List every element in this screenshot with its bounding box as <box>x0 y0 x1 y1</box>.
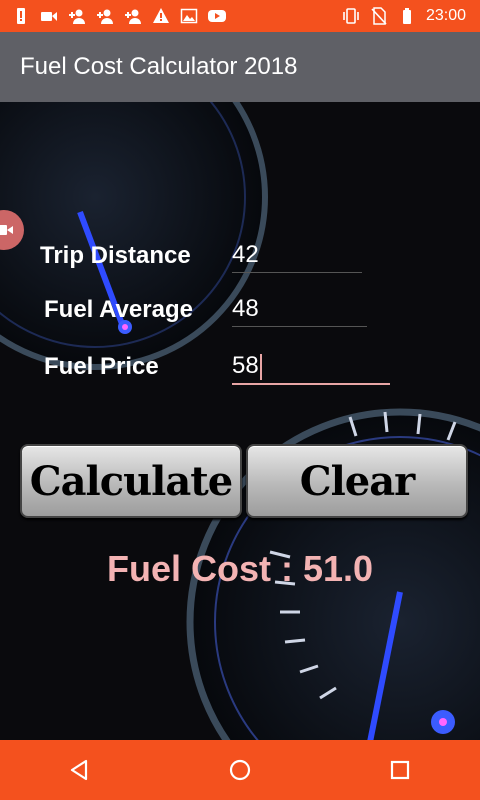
video-icon <box>40 7 58 25</box>
calculate-button[interactable]: Calculate <box>20 444 242 518</box>
battery-icon <box>398 7 416 25</box>
notification-icons <box>0 7 226 25</box>
trip-distance-field[interactable]: 42 <box>232 238 362 273</box>
clear-button[interactable]: Clear <box>246 444 468 518</box>
app-bar: Fuel Cost Calculator 2018 <box>0 32 480 102</box>
fuel-price-label: Fuel Price <box>44 353 159 380</box>
image-icon <box>180 7 198 25</box>
gauge-background-image <box>0 102 480 740</box>
system-icons: 23:00 <box>342 7 480 25</box>
status-bar: 23:00 <box>0 0 480 32</box>
text-cursor <box>259 353 262 380</box>
youtube-icon <box>208 7 226 25</box>
vibrate-icon <box>342 7 360 25</box>
trip-distance-label: Trip Distance <box>40 242 191 269</box>
clock: 23:00 <box>425 7 466 24</box>
home-icon <box>229 759 251 781</box>
fuel-price-field[interactable]: 58 <box>232 349 390 385</box>
home-button[interactable] <box>210 740 270 800</box>
recents-button[interactable] <box>370 740 430 800</box>
add-person-icon <box>96 7 114 25</box>
back-icon <box>70 759 88 781</box>
back-button[interactable] <box>50 740 110 800</box>
fuel-average-value: 48 <box>232 295 259 322</box>
navigation-bar <box>0 740 480 800</box>
fuel-cost-result: Fuel Cost : 51.0 <box>106 548 374 589</box>
add-person-icon <box>68 7 86 25</box>
app-title: Fuel Cost Calculator 2018 <box>20 53 298 80</box>
no-sim-icon <box>370 7 388 25</box>
fuel-average-label: Fuel Average <box>44 296 193 323</box>
warning-icon <box>152 7 170 25</box>
add-person-icon <box>124 7 142 25</box>
fuel-average-field[interactable]: 48 <box>232 292 367 327</box>
trip-distance-value: 42 <box>232 241 259 268</box>
calculator-screen: Trip Distance 42 Fuel Average 48 Fuel Pr… <box>0 102 480 740</box>
alert-icon <box>12 7 30 25</box>
recents-icon <box>390 760 410 780</box>
fuel-price-value: 58 <box>232 352 259 379</box>
